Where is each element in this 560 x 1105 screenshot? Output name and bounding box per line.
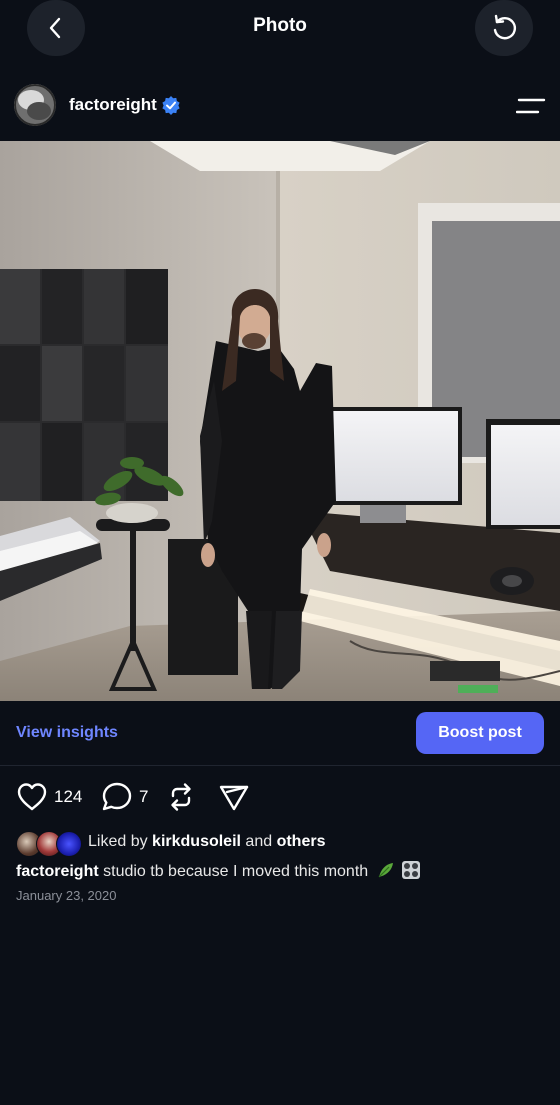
knobs-emoji-icon [402, 861, 421, 879]
top-bar: Photo [0, 0, 560, 56]
post-photo[interactable] [0, 141, 560, 701]
menu-icon[interactable] [516, 96, 546, 116]
refresh-icon [493, 14, 516, 40]
liked-by-others[interactable]: others [277, 833, 326, 850]
liked-by-row[interactable]: Liked by kirkdusoleil and others [16, 829, 556, 857]
post-actions: 124 7 [16, 780, 556, 814]
liked-by-text: Liked by kirkdusoleil and others [88, 833, 325, 851]
liker-avatars [16, 831, 86, 857]
refresh-button[interactable] [475, 0, 533, 56]
boost-post-button[interactable]: Boost post [416, 712, 544, 754]
post-header: factoreight [0, 82, 560, 132]
repost-button[interactable] [165, 780, 197, 814]
liked-by-prefix: Liked by [88, 833, 148, 850]
comments-count: 7 [139, 787, 149, 806]
caption-text: studio tb because I moved this month [103, 863, 369, 880]
share-button[interactable] [218, 780, 250, 814]
username[interactable]: factoreight [69, 95, 157, 115]
like-button[interactable]: 124 [16, 780, 82, 814]
share-icon [219, 785, 249, 811]
avatar-image [14, 84, 56, 126]
comment-icon [102, 782, 132, 811]
likes-count: 124 [54, 787, 83, 806]
insights-row: View insights Boost post [0, 701, 560, 766]
leaf-emoji-icon [378, 863, 393, 878]
heart-icon [17, 783, 47, 811]
avatar[interactable] [14, 84, 56, 126]
comment-button[interactable]: 7 [101, 780, 148, 814]
studio-photo-illustration [0, 141, 560, 701]
view-insights-link[interactable]: View insights [16, 724, 118, 742]
liker-avatar [56, 831, 82, 857]
verified-icon [162, 96, 180, 115]
post-date: January 23, 2020 [16, 888, 117, 903]
post-caption: factoreight studio tb because I moved th… [16, 860, 421, 881]
liked-by-joiner: and [245, 833, 273, 850]
caption-author[interactable]: factoreight [16, 863, 99, 880]
liked-by-user[interactable]: kirkdusoleil [152, 833, 241, 850]
repost-icon [171, 783, 191, 811]
